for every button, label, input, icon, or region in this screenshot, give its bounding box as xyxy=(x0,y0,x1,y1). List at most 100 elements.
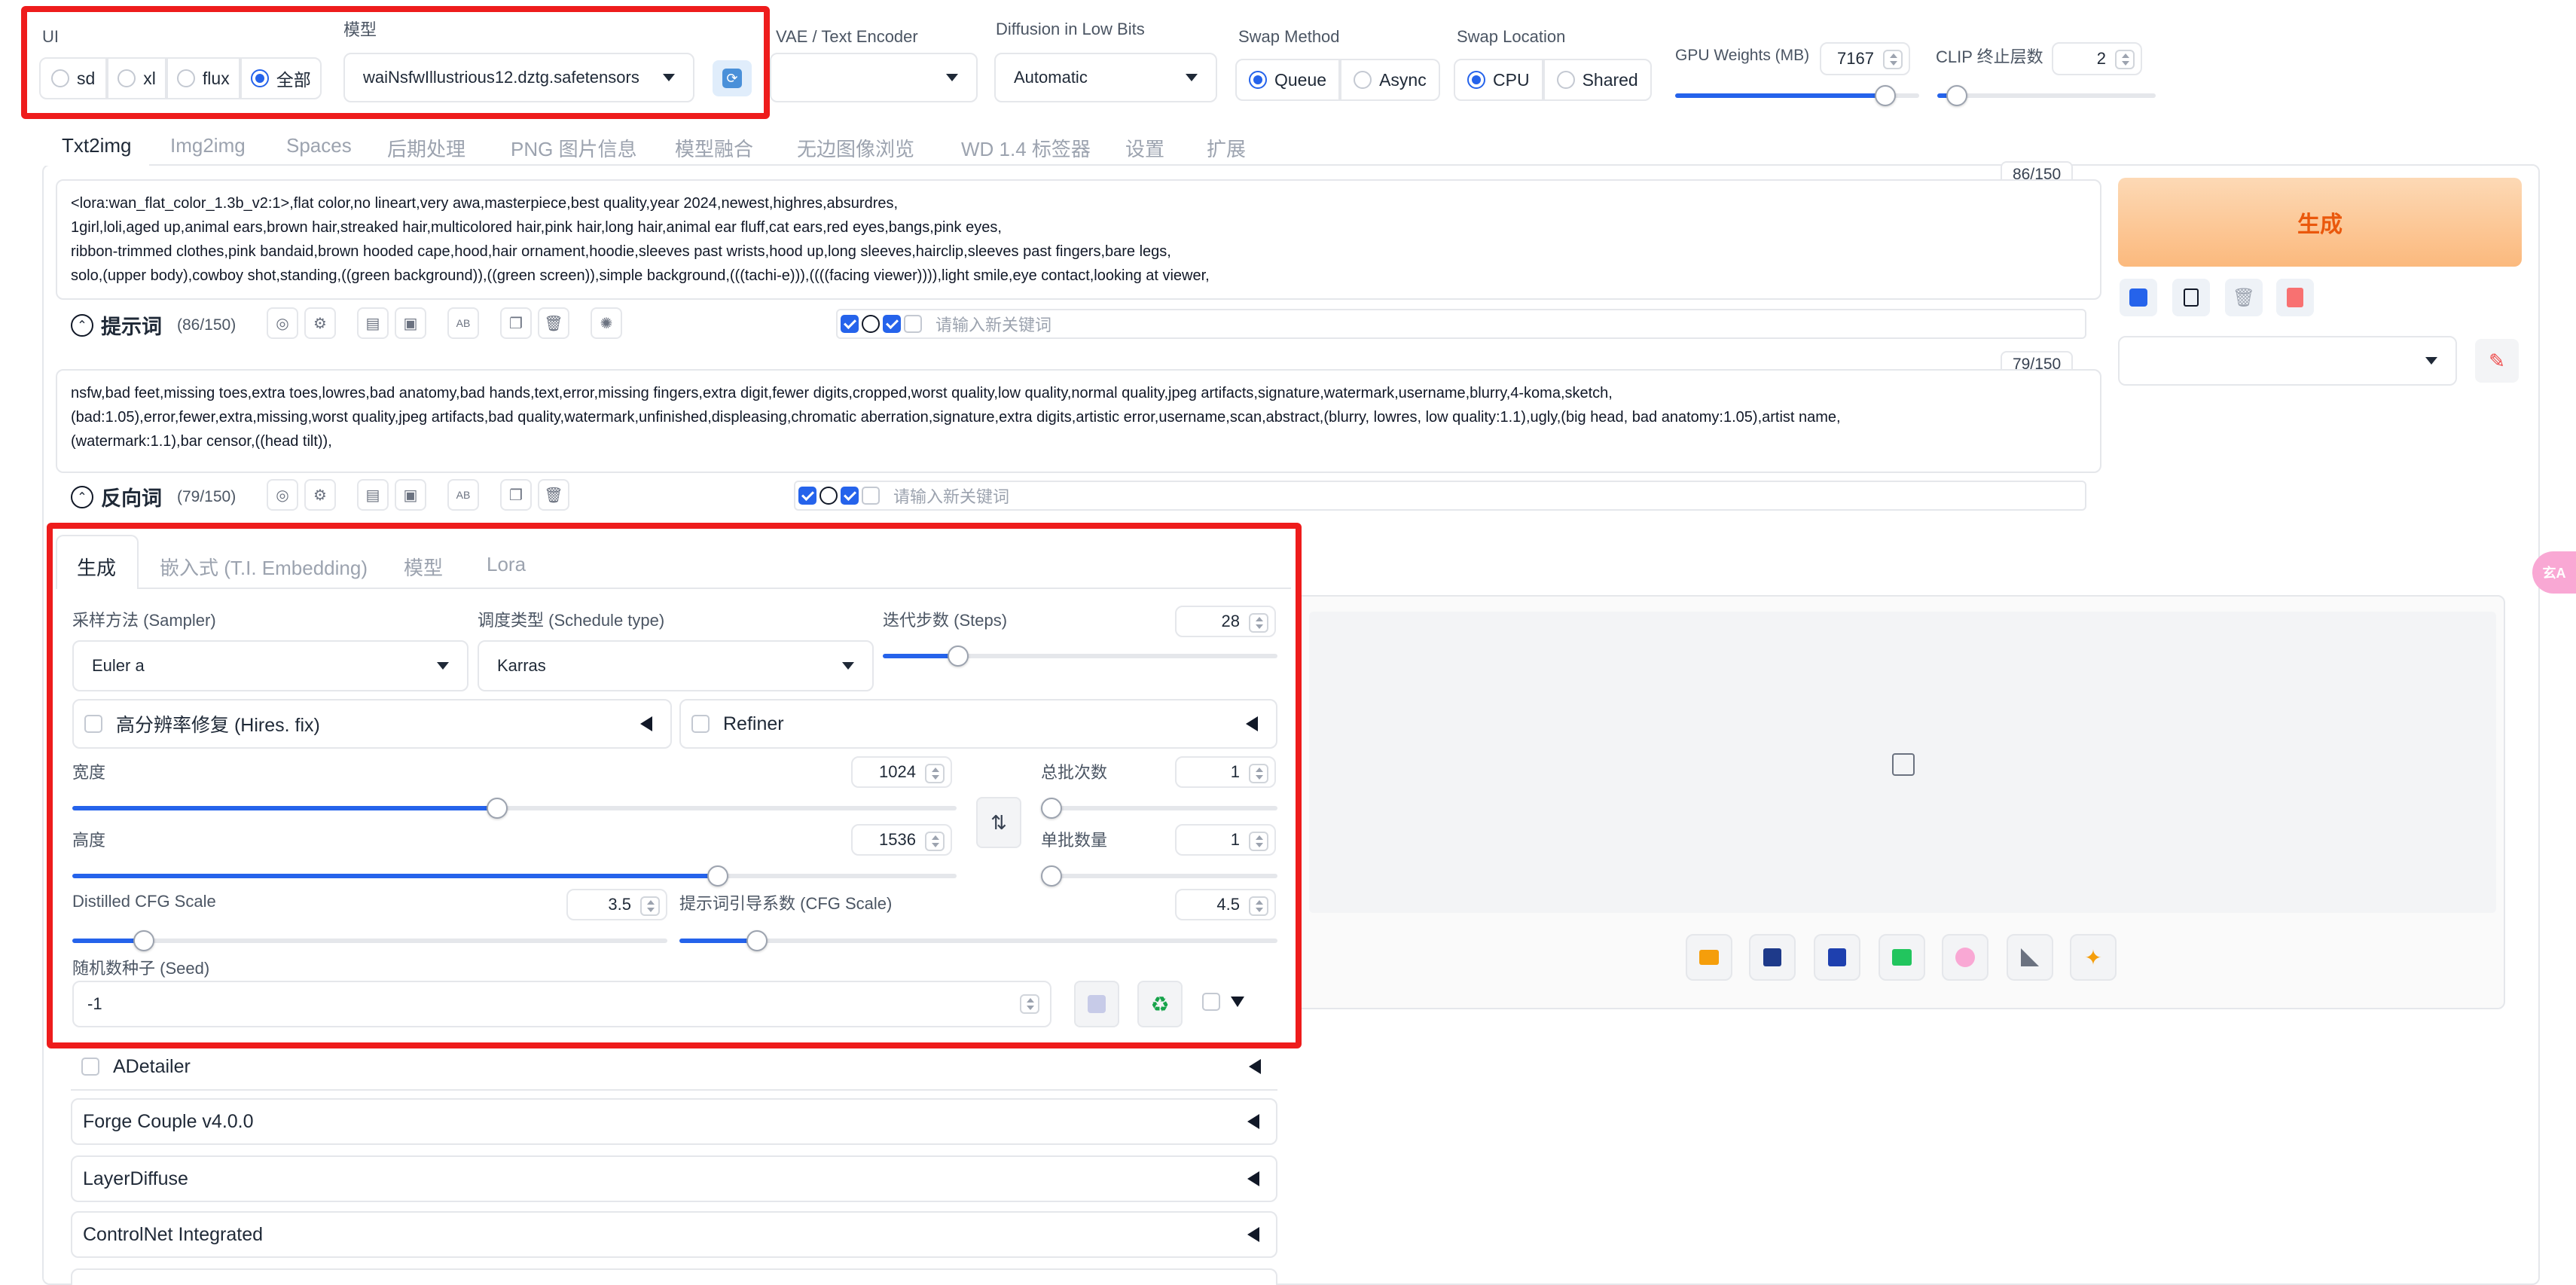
prompt-textarea[interactable]: <lora:wan_flat_color_1.3b_v2:1>,flat col… xyxy=(56,179,2101,300)
model-select[interactable]: waiNsfwIllustrious12.dztg.safetensors xyxy=(343,53,694,102)
paste-button[interactable] xyxy=(2276,279,2314,316)
radio-cpu[interactable] xyxy=(1467,71,1485,89)
width-slider[interactable] xyxy=(72,798,957,819)
width-input[interactable]: 1024 xyxy=(851,756,952,788)
ui-option-all[interactable]: 全部 xyxy=(240,57,322,99)
cfg-scale-input[interactable]: 4.5 xyxy=(1175,889,1276,920)
keyword-input[interactable]: 请输入新关键词 xyxy=(893,484,1009,508)
gpu-weights-input[interactable]: 7167 xyxy=(1820,42,1910,75)
history-icon[interactable] xyxy=(819,487,838,505)
openai-icon[interactable]: ✺ xyxy=(591,307,622,339)
schedule-select[interactable]: Karras xyxy=(478,640,874,691)
swap-method-queue[interactable]: Queue xyxy=(1235,59,1341,101)
trash-icon[interactable]: 🗑 xyxy=(538,307,569,339)
tab-extensions[interactable]: 扩展 xyxy=(1207,134,1246,162)
edit-styles-button[interactable]: ✎ xyxy=(2475,339,2519,383)
cfg-scale-slider[interactable] xyxy=(679,930,1277,951)
refiner-checkbox[interactable] xyxy=(691,715,710,733)
batch-size-slider[interactable] xyxy=(1041,865,1277,887)
stepper-icon[interactable] xyxy=(925,764,945,783)
ui-option-xl[interactable]: xl xyxy=(107,57,166,99)
gen-tab-lora[interactable]: Lora xyxy=(487,553,526,576)
radio-shared[interactable] xyxy=(1556,71,1575,89)
adetailer-accordion[interactable]: ADetailer xyxy=(71,1044,1277,1091)
gen-tab-embedding[interactable]: 嵌入式 (T.I. Embedding) xyxy=(160,553,368,581)
tab-png-info[interactable]: PNG 图片信息 xyxy=(511,134,637,162)
keyword-input[interactable]: 请输入新关键词 xyxy=(935,312,1051,336)
ui-option-sd[interactable]: sd xyxy=(39,57,108,99)
negative-textarea[interactable]: nsfw,bad feet,missing toes,extra toes,lo… xyxy=(56,369,2101,473)
hires-fix-accordion[interactable]: 高分辨率修复 (Hires. fix) xyxy=(72,699,672,749)
steps-slider[interactable] xyxy=(883,646,1277,667)
sampler-select[interactable]: Euler a xyxy=(72,640,469,691)
save-button[interactable] xyxy=(1749,934,1796,981)
diffusion-select[interactable]: Automatic xyxy=(994,53,1217,102)
reuse-seed-button[interactable]: ♻ xyxy=(1137,981,1183,1027)
history-icon[interactable] xyxy=(862,315,880,333)
radio-flux[interactable] xyxy=(176,69,195,87)
trash-icon[interactable]: 🗑 xyxy=(538,479,569,511)
generate-button[interactable]: 生成 xyxy=(2118,178,2522,267)
radio-async[interactable] xyxy=(1354,71,1372,89)
clipboard-button[interactable] xyxy=(2172,279,2210,316)
keyword-enable-checkbox[interactable] xyxy=(798,487,816,505)
gpu-weights-slider[interactable] xyxy=(1675,85,1919,106)
seed-extra-toggle[interactable] xyxy=(1202,993,1244,1011)
keyword-enable-checkbox[interactable] xyxy=(841,315,859,333)
tab-checkpoint-merger[interactable]: 模型融合 xyxy=(675,134,753,162)
vae-select[interactable] xyxy=(770,53,978,102)
controlnet-accordion[interactable]: ControlNet Integrated xyxy=(71,1211,1277,1258)
gen-tab-model[interactable]: 模型 xyxy=(404,553,443,581)
settings-icon[interactable]: ⚙ xyxy=(304,307,336,339)
radio-all[interactable] xyxy=(250,69,269,87)
batch-count-input[interactable]: 1 xyxy=(1175,756,1276,788)
send-to-extras-button[interactable] xyxy=(2007,934,2053,981)
styles-select[interactable] xyxy=(2118,336,2457,386)
trash-button[interactable]: 🗑 xyxy=(2225,279,2263,316)
radio-sd[interactable] xyxy=(51,69,69,87)
swap-location-cpu[interactable]: CPU xyxy=(1454,59,1543,101)
clip-slider[interactable] xyxy=(1937,85,2156,106)
copy-icon[interactable]: ❐ xyxy=(500,479,532,511)
send-to-inpaint-button[interactable] xyxy=(1942,934,1988,981)
distilled-cfg-slider[interactable] xyxy=(72,930,667,951)
stepper-icon[interactable] xyxy=(1249,896,1268,916)
stepper-icon[interactable] xyxy=(2115,50,2135,69)
batch-size-input[interactable]: 1 xyxy=(1175,824,1276,856)
tab-img2img[interactable]: Img2img xyxy=(170,134,246,157)
swap-location-shared[interactable]: Shared xyxy=(1543,59,1652,101)
keyword-checkbox[interactable] xyxy=(841,487,859,505)
stepper-icon[interactable] xyxy=(640,896,660,916)
translate-icon[interactable]: ◎ xyxy=(267,307,298,339)
load-style-icon[interactable]: ▤ xyxy=(357,479,389,511)
seed-extra-checkbox[interactable] xyxy=(1202,993,1220,1011)
radio-xl[interactable] xyxy=(118,69,136,87)
keyword-square-checkbox[interactable] xyxy=(904,315,922,333)
steps-input[interactable]: 28 xyxy=(1175,606,1276,637)
collapse-chevron-icon[interactable]: ⌃ xyxy=(71,485,93,508)
clip-input[interactable]: 2 xyxy=(2052,42,2142,75)
translate-icon[interactable]: ◎ xyxy=(267,479,298,511)
batch-count-slider[interactable] xyxy=(1041,798,1277,819)
stepper-icon[interactable] xyxy=(1020,994,1039,1014)
apply-styles-button[interactable] xyxy=(2120,279,2157,316)
sparkle-button[interactable]: ✦ xyxy=(2070,934,2117,981)
load-style-icon[interactable]: ▤ xyxy=(357,307,389,339)
tab-wd-tagger[interactable]: WD 1.4 标签器 xyxy=(961,134,1091,162)
hires-fix-checkbox[interactable] xyxy=(84,715,102,733)
collapse-chevron-icon[interactable]: ⌃ xyxy=(71,313,93,337)
radio-queue[interactable] xyxy=(1249,71,1267,89)
stepper-icon[interactable] xyxy=(1249,613,1268,633)
refiner-accordion[interactable]: Refiner xyxy=(679,699,1277,749)
send-to-img2img-button[interactable] xyxy=(1879,934,1925,981)
stepper-icon[interactable] xyxy=(1883,50,1903,69)
height-slider[interactable] xyxy=(72,865,957,887)
height-input[interactable]: 1536 xyxy=(851,824,952,856)
refresh-model-button[interactable]: ⟳ xyxy=(713,60,752,96)
adetailer-checkbox[interactable] xyxy=(81,1058,99,1076)
tab-infinite-browser[interactable]: 无边图像浏览 xyxy=(797,134,914,162)
tab-spaces[interactable]: Spaces xyxy=(286,134,352,157)
copy-icon[interactable]: ❐ xyxy=(500,307,532,339)
bookmark-icon[interactable]: ▣ xyxy=(395,307,426,339)
ab-icon[interactable]: AB xyxy=(447,307,479,339)
